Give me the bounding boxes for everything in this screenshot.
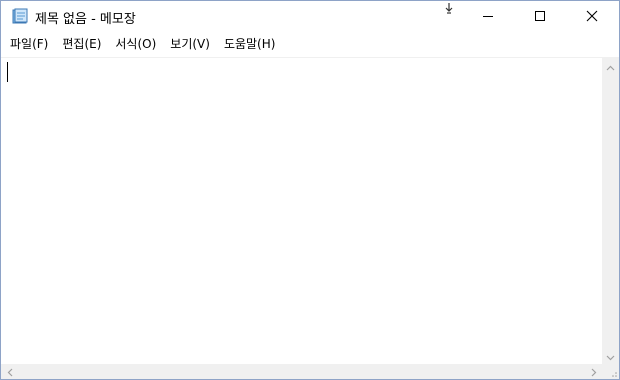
- size-grip[interactable]: [602, 364, 619, 379]
- text-editor[interactable]: [1, 57, 602, 365]
- menu-format[interactable]: 서식(O): [108, 32, 163, 56]
- scroll-left-button[interactable]: [1, 364, 18, 379]
- horizontal-scrollbar[interactable]: [1, 364, 602, 379]
- vertical-scrollbar[interactable]: [602, 57, 619, 364]
- close-icon: [586, 7, 598, 26]
- chevron-up-icon: [606, 56, 615, 75]
- close-button[interactable]: [569, 1, 615, 32]
- maximize-icon: [534, 7, 546, 26]
- notepad-icon[interactable]: [12, 8, 28, 24]
- menu-help[interactable]: 도움말(H): [217, 32, 283, 56]
- scroll-right-button[interactable]: [585, 364, 602, 379]
- chevron-right-icon: [591, 362, 597, 379]
- chevron-left-icon: [7, 362, 13, 379]
- menu-edit[interactable]: 편집(E): [55, 32, 108, 56]
- scroll-up-button[interactable]: [602, 57, 619, 74]
- title-bar[interactable]: 제목 없음 - 메모장: [1, 1, 619, 32]
- mouse-cursor-icon: [443, 1, 455, 15]
- menu-file[interactable]: 파일(F): [1, 32, 55, 56]
- chevron-down-icon: [606, 346, 615, 365]
- minimize-icon: [482, 7, 494, 26]
- menu-bar: 파일(F) 편집(E) 서식(O) 보기(V) 도움말(H): [1, 32, 619, 56]
- notepad-window: 제목 없음 - 메모장 파일(F) 편집(E) 서식(O) 보기(V) 도움말(…: [0, 0, 620, 380]
- scroll-down-button[interactable]: [602, 347, 619, 364]
- menu-view[interactable]: 보기(V): [163, 32, 217, 56]
- text-caret: [7, 62, 8, 82]
- window-title: 제목 없음 - 메모장: [35, 12, 136, 27]
- minimize-button[interactable]: [465, 1, 511, 32]
- maximize-button[interactable]: [517, 1, 563, 32]
